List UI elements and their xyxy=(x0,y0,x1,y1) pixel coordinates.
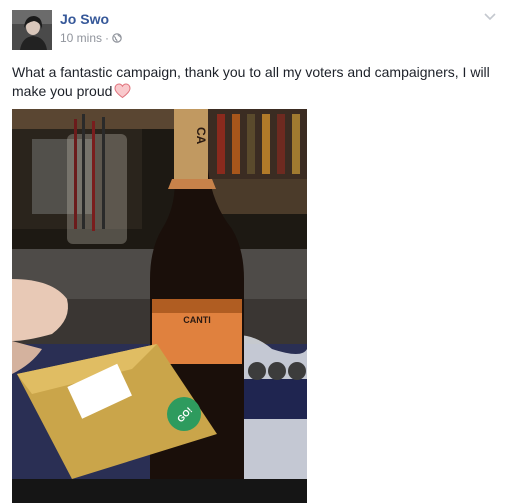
post-meta: 10 mins · xyxy=(60,31,122,45)
feed-post: Jo Swo 10 mins · What a fantastic campaig… xyxy=(0,0,507,503)
post-photo[interactable]: CA CANTI GO! xyxy=(12,109,307,503)
bottle-label-main: CANTI xyxy=(183,315,211,325)
bottle-label-top: CA xyxy=(194,127,208,145)
chevron-down-icon[interactable] xyxy=(483,12,497,22)
post-author-name[interactable]: Jo Swo xyxy=(60,11,109,27)
heart-icon xyxy=(114,83,131,99)
meta-separator: · xyxy=(105,31,110,45)
globe-icon[interactable] xyxy=(112,33,122,43)
post-timestamp[interactable]: 10 mins xyxy=(60,31,102,45)
post-text: What a fantastic campaign, thank you to … xyxy=(12,64,490,99)
post-body: What a fantastic campaign, thank you to … xyxy=(12,63,492,101)
avatar[interactable] xyxy=(12,10,52,50)
